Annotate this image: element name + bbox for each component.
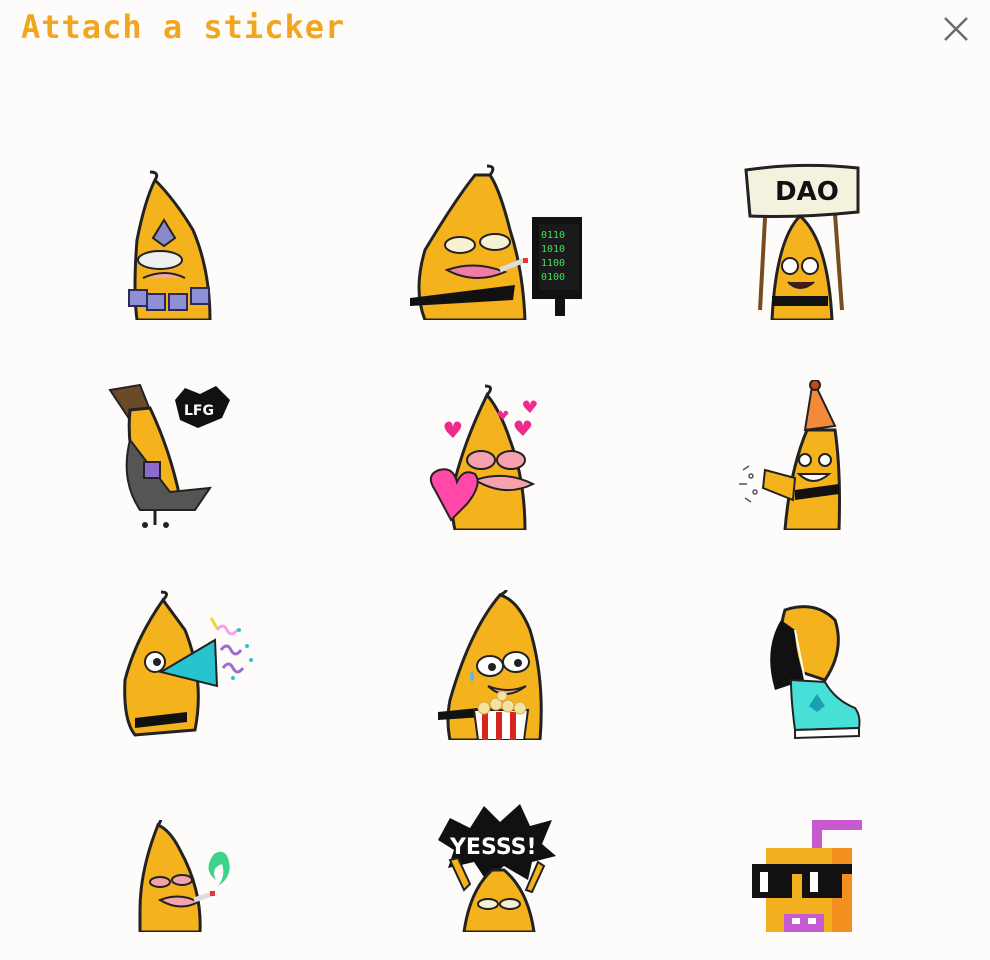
banana-eth-diamond-sticker[interactable] <box>75 160 265 330</box>
sticker-grid: 0110 1010 1100 0100 DAO LFG YESSS! <box>0 150 990 932</box>
svg-text:1100: 1100 <box>541 258 565 269</box>
pixel-banana-sticker[interactable] <box>750 818 870 932</box>
close-button[interactable] <box>940 13 972 45</box>
svg-text:LFG: LFG <box>184 403 214 419</box>
svg-text:1010: 1010 <box>541 244 565 255</box>
dialog-header: Attach a sticker <box>0 0 990 60</box>
banana-smoking-flame-sticker[interactable] <box>130 820 250 932</box>
svg-text:DAO: DAO <box>775 177 839 207</box>
dialog-title: Attach a sticker <box>21 8 346 46</box>
close-icon <box>944 17 968 41</box>
banana-sneaker-sticker[interactable] <box>755 590 875 760</box>
banana-smoking-code-sticker[interactable]: 0110 1010 1100 0100 <box>405 160 585 330</box>
svg-text:YESSS!: YESSS! <box>449 835 537 860</box>
banana-confetti-megaphone-sticker[interactable] <box>115 590 255 760</box>
banana-popcorn-sticker[interactable] <box>430 590 560 760</box>
banana-dao-sign-sticker[interactable]: DAO <box>720 160 910 330</box>
banana-love-hearts-sticker[interactable] <box>425 380 555 550</box>
banana-lfg-chair-sticker[interactable]: LFG <box>100 380 240 550</box>
svg-text:0100: 0100 <box>541 272 565 283</box>
svg-text:0110: 0110 <box>541 230 565 241</box>
banana-party-horn-sticker[interactable] <box>735 380 865 550</box>
banana-yesss-sticker[interactable]: YESSS! <box>430 800 560 932</box>
